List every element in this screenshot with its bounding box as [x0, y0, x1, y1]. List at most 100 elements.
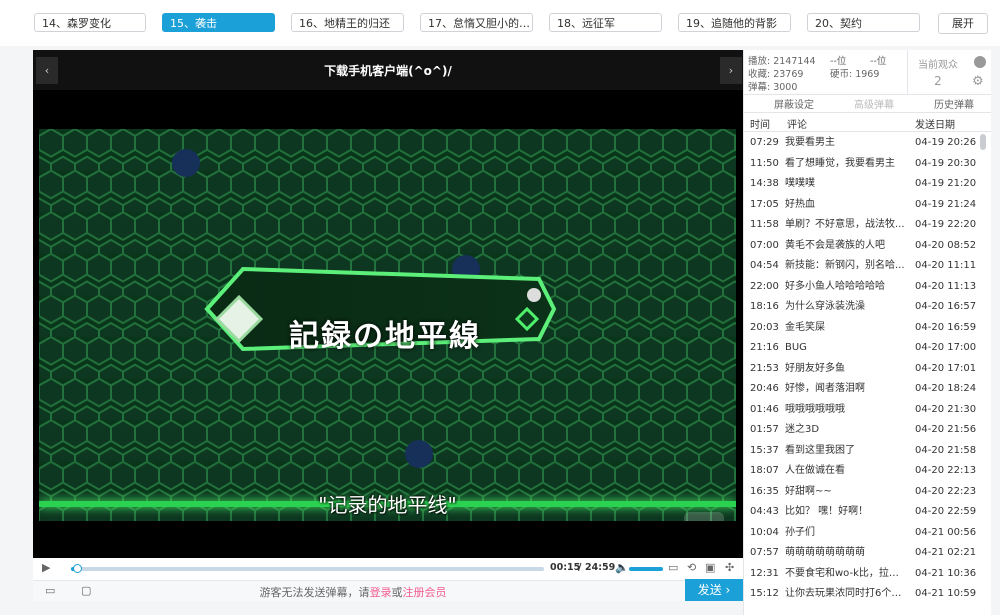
banner-next-button[interactable]: › [720, 57, 742, 84]
comment-text: 好热血 [785, 198, 815, 210]
play-count: 播放: 2147144 [748, 56, 816, 67]
fullscreen-icon[interactable]: ✣ [725, 561, 734, 574]
progress-knob[interactable] [73, 564, 82, 573]
comment-row[interactable]: 12:31 不要食宅和wo-k比，拉神... 04-21 10:36 [744, 564, 979, 585]
volume-icon[interactable]: 🔈 [615, 561, 629, 574]
comment-row[interactable]: 18:16 为什么穿泳装洗澡 04-20 16:57 [744, 297, 979, 318]
comment-row[interactable]: 20:03 金毛笑屎 04-20 16:59 [744, 318, 979, 339]
comment-row[interactable]: 01:57 迷之3D 04-20 21:56 [744, 420, 979, 441]
comment-date: 04-20 21:56 [915, 424, 977, 435]
rank-2: --位 [870, 56, 887, 67]
episode-18[interactable]: 18、远征军 [549, 13, 662, 32]
comment-time: 07:57 [750, 547, 779, 558]
register-link[interactable]: 注册会员 [403, 586, 447, 599]
tab-advanced-danmaku[interactable]: 高级弹幕 [854, 96, 894, 111]
comment-row[interactable]: 21:53 好朋友好多鱼 04-20 17:01 [744, 359, 979, 380]
loop-icon[interactable]: ⟲ [687, 561, 696, 574]
comment-row[interactable]: 07:57 萌萌萌萌萌萌萌萌 04-21 02:21 [744, 543, 979, 564]
comment-row[interactable]: 10:04 孙子们 04-21 00:56 [744, 523, 979, 544]
comment-list: 07:29 我要看男主 04-19 20:26 11:50 看了想睡觉，我要看男主 04-… [744, 133, 979, 605]
time-total: 24:59 [585, 562, 616, 573]
comment-time: 01:46 [750, 403, 779, 415]
episode-15[interactable]: 15、袭击 [162, 13, 275, 32]
gear-icon[interactable]: ⚙ [972, 74, 984, 89]
episode-list: 14、森罗变化 15、袭击 16、地精王的归还 17、怠惰又胆小的公... 18… [0, 0, 1000, 46]
comment-text: 萌萌萌萌萌萌萌萌 [785, 547, 865, 558]
comment-date: 04-20 22:13 [915, 465, 977, 476]
header-time[interactable]: 时间 [750, 116, 770, 131]
header-comment[interactable]: 评论 [787, 116, 807, 131]
tab-shield-settings[interactable]: 屏蔽设定 [774, 96, 814, 111]
comment-date: 04-20 16:59 [915, 321, 977, 333]
login-link[interactable]: 登录 [370, 586, 392, 599]
episode-14[interactable]: 14、森罗变化 [34, 13, 146, 32]
comment-date: 04-21 00:56 [915, 526, 977, 538]
comment-row[interactable]: 14:38 噗噗噗 04-19 21:20 [744, 174, 979, 195]
comment-text: 孙子们 [785, 526, 815, 538]
comment-time: 04:54 [750, 260, 779, 271]
stats-panel: 播放: 2147144 收藏: 23769 弹幕: 3000 --位 --位 硬… [744, 50, 991, 95]
comment-time: 11:50 [750, 157, 779, 169]
progress-bar[interactable] [71, 567, 544, 571]
comment-time: 12:31 [750, 567, 779, 579]
comment-time: 11:58 [750, 219, 779, 230]
video-player: ‹ 下载手机客户端(^o^)/ › 記録の地平線 "记录的地平线" ▶ 00:1… [33, 50, 743, 601]
comment-time: 18:16 [750, 301, 779, 312]
comment-time: 18:07 [750, 465, 779, 476]
episode-17[interactable]: 17、怠惰又胆小的公... [420, 13, 533, 32]
comment-time: 15:12 [750, 588, 779, 599]
viewer-panel: 当前观众 2 [907, 50, 968, 94]
comment-row[interactable]: 17:05 好热血 04-19 21:24 [744, 195, 979, 216]
play-icon[interactable]: ▶ [42, 561, 50, 574]
comment-date: 04-20 17:00 [915, 342, 977, 353]
comment-row[interactable]: 15:37 看到这里我困了 04-20 21:58 [744, 441, 979, 462]
comment-row[interactable]: 18:07 人在做诚在看 04-20 22:13 [744, 461, 979, 482]
episode-16[interactable]: 16、地精王的归还 [291, 13, 404, 32]
volume-slider[interactable] [629, 567, 663, 571]
comment-text: 黄毛不会是袭族的人吧 [785, 239, 885, 251]
video-frame[interactable]: 記録の地平線 "记录的地平线" [39, 129, 736, 521]
comment-row[interactable]: 15:12 让你去玩果浓同时打6个小... 04-21 10:59 [744, 584, 979, 605]
expand-button[interactable]: 展开 [938, 13, 988, 34]
user-icon[interactable] [974, 56, 986, 68]
comment-row[interactable]: 16:35 好甜啊~~ 04-20 22:23 [744, 482, 979, 503]
player-banner: ‹ 下载手机客户端(^o^)/ › [33, 50, 743, 90]
episode-19[interactable]: 19、追随他的背影 [678, 13, 791, 32]
danmaku-count: 弹幕: 3000 [748, 82, 798, 93]
widescreen-icon[interactable]: ▣ [705, 561, 715, 574]
comment-time: 07:29 [750, 137, 779, 148]
comment-row[interactable]: 04:43 比如？ 嘿！好啊！ 04-20 22:59 [744, 502, 979, 523]
tab-history-danmaku[interactable]: 历史弹幕 [934, 96, 974, 111]
time-separator: / [578, 562, 582, 573]
comment-row[interactable]: 22:00 好多小鱼人哈哈哈哈哈 04-20 11:13 [744, 277, 979, 298]
comment-row[interactable]: 21:16 BUG 04-20 17:00 [744, 338, 979, 359]
comment-list-header: 时间 评论 发送日期 [744, 112, 991, 132]
comment-row[interactable]: 11:58 单刷？不好意思，战法牧... 04-19 22:20 [744, 215, 979, 236]
episode-20[interactable]: 20、契约 [807, 13, 920, 32]
comment-time: 04:43 [750, 506, 779, 517]
banner-title[interactable]: 下载手机客户端(^o^)/ [33, 62, 743, 79]
comment-row[interactable]: 04:54 新技能：新钢闪，别名哈... 04-20 11:11 [744, 256, 979, 277]
comment-date: 04-19 22:20 [915, 219, 977, 230]
comment-row[interactable]: 20:46 好惨，闻者落泪啊 04-20 18:24 [744, 379, 979, 400]
comment-row[interactable]: 07:29 我要看男主 04-19 20:26 [744, 133, 979, 154]
comment-text: 让你去玩果浓同时打6个小... [785, 588, 907, 599]
comment-text: 新技能：新钢闪，别名哈... [785, 260, 905, 271]
comment-row[interactable]: 01:46 哦哦哦哦哦哦 04-20 21:30 [744, 400, 979, 421]
comment-row[interactable]: 07:00 黄毛不会是袭族的人吧 04-20 08:52 [744, 236, 979, 257]
comment-scrollbar[interactable] [979, 134, 987, 615]
send-button[interactable]: 发送 › [685, 579, 743, 601]
comment-text: 单刷？不好意思，战法牧... [785, 219, 905, 230]
comment-date: 04-19 20:26 [915, 137, 977, 148]
scroll-thumb[interactable] [980, 134, 986, 150]
watermark-play-icon [684, 512, 724, 521]
comment-text: 好甜啊~~ [785, 485, 832, 497]
send-msg-prefix: 游客无法发送弹幕，请 [259, 586, 370, 599]
subtitle: "记录的地平线" [318, 493, 457, 517]
comment-text: 人在做诚在看 [785, 465, 845, 476]
comment-time: 17:05 [750, 198, 779, 210]
danmaku-toggle-icon[interactable]: ▭ [668, 561, 678, 574]
comment-row[interactable]: 11:50 看了想睡觉，我要看男主 04-19 20:30 [744, 154, 979, 175]
danmaku-sidebar: 播放: 2147144 收藏: 23769 弹幕: 3000 --位 --位 硬… [743, 50, 991, 615]
header-date[interactable]: 发送日期 [915, 116, 955, 131]
